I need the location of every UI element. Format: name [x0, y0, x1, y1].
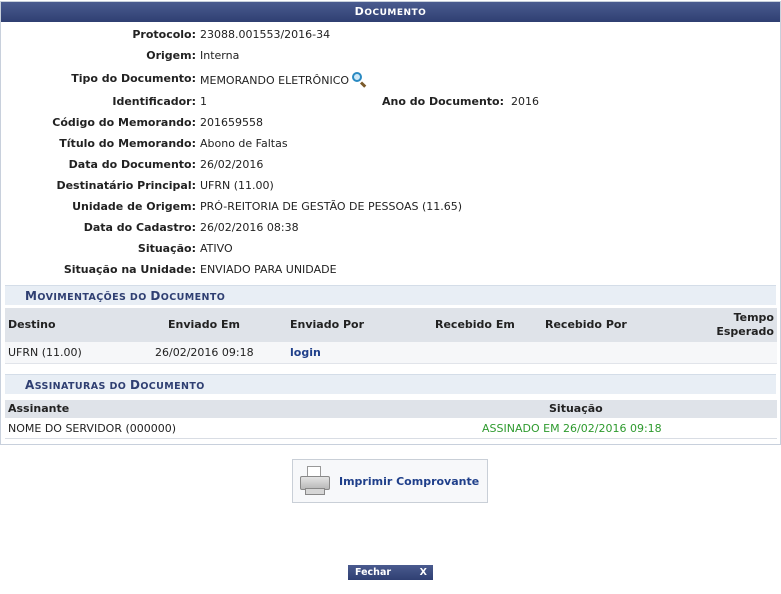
panel-title: DOCUMENTO: [1, 2, 780, 22]
field-unidade-origem: Unidade de Origem: PRÓ-REITORIA DE GESTÃ…: [1, 199, 781, 215]
field-data-documento: Data do Documento: 26/02/2016: [1, 157, 781, 173]
field-label: Origem:: [146, 49, 196, 62]
field-titulo-memorando: Título do Memorando: Abono de Faltas: [1, 136, 781, 152]
table-header: Assinante Situação: [5, 400, 777, 418]
column-header-assinante: Assinante: [8, 402, 70, 415]
field-value: ENVIADO PARA UNIDADE: [200, 263, 337, 276]
close-button[interactable]: Fechar X: [348, 565, 433, 580]
assinaturas-table: Assinante Situação NOME DO SERVIDOR (000…: [5, 400, 777, 439]
close-button-label: Fechar: [355, 567, 392, 578]
field-origem: Origem: Interna: [1, 48, 781, 64]
field-value: 23088.001553/2016-34: [200, 28, 331, 41]
field-label: Situação na Unidade:: [63, 263, 196, 276]
field-value: Abono de Faltas: [200, 137, 288, 150]
ano-documento-value: 2016: [511, 95, 539, 108]
assinaturas-section-title: ASSINATURAS DO DOCUMENTO: [5, 374, 776, 394]
cell-destino: UFRN (11.00): [8, 346, 82, 359]
field-value: 26/02/2016 08:38: [200, 221, 299, 234]
column-header-recebido-por: Recebido Por: [545, 318, 627, 331]
field-label: Situação:: [137, 242, 196, 255]
column-header-destino: Destino: [8, 318, 56, 331]
field-value: ATIVO: [200, 242, 233, 255]
field-value: 1: [200, 95, 207, 108]
panel-title-initial: D: [354, 5, 365, 18]
field-label: Protocolo:: [132, 28, 196, 41]
field-label: Tipo do Documento:: [71, 72, 196, 85]
field-value: 201659558: [200, 116, 263, 129]
field-value: 26/02/2016: [200, 158, 264, 171]
ano-documento-label: Ano do Documento:: [382, 95, 504, 108]
field-destinatario: Destinatário Principal: UFRN (11.00): [1, 178, 781, 194]
field-label: Destinatário Principal:: [56, 179, 196, 192]
document-fields: Protocolo: 23088.001553/2016-34 Origem: …: [1, 22, 780, 284]
movimentacoes-section-title: MOVIMENTAÇÕES DO DOCUMENTO: [5, 285, 776, 305]
field-label: Título do Memorando:: [59, 137, 196, 150]
table-row: UFRN (11.00) 26/02/2016 09:18 login: [5, 342, 777, 364]
column-header-recebido-em: Recebido Em: [435, 318, 515, 331]
movimentacoes-table: Destino Enviado Em Enviado Por Recebido …: [5, 308, 777, 364]
magnifier-icon[interactable]: [351, 71, 367, 88]
field-tipo-documento: Tipo do Documento: MEMORANDO ELETRÔNICO: [1, 71, 781, 89]
table-header: Destino Enviado Em Enviado Por Recebido …: [5, 308, 777, 342]
field-value: Interna: [200, 49, 240, 62]
print-receipt-button[interactable]: Imprimir Comprovante: [292, 459, 488, 503]
field-value: MEMORANDO ELETRÔNICO: [200, 74, 350, 87]
cell-assinante: NOME DO SERVIDOR (000000): [8, 422, 177, 435]
user-login-link[interactable]: login: [290, 342, 321, 364]
field-data-cadastro: Data do Cadastro: 26/02/2016 08:38: [1, 220, 781, 236]
column-header-enviado-em: Enviado Em: [168, 318, 240, 331]
field-situacao-unidade: Situação na Unidade: ENVIADO PARA UNIDAD…: [1, 262, 781, 278]
close-icon: X: [419, 567, 427, 578]
panel-title-rest: OCUMENTO: [364, 8, 427, 18]
field-codigo-memorando: Código do Memorando: 201659558: [1, 115, 781, 131]
field-situacao: Situação: ATIVO: [1, 241, 781, 257]
field-label: Data do Cadastro:: [83, 221, 196, 234]
column-header-situacao: Situação: [549, 402, 603, 415]
field-label: Identificador:: [112, 95, 196, 108]
field-protocolo: Protocolo: 23088.001553/2016-34: [1, 27, 781, 43]
field-label: Data do Documento:: [68, 158, 196, 171]
field-value: UFRN (11.00): [200, 179, 274, 192]
field-identificador: Identificador: 1 Ano do Documento: 2016: [1, 94, 781, 110]
cell-situacao: ASSINADO EM 26/02/2016 09:18: [482, 422, 662, 435]
document-panel: DOCUMENTO Protocolo: 23088.001553/2016-3…: [0, 1, 781, 445]
table-row: NOME DO SERVIDOR (000000) ASSINADO EM 26…: [5, 418, 777, 439]
print-receipt-label: Imprimir Comprovante: [339, 474, 480, 488]
field-value-wrap: MEMORANDO ELETRÔNICO: [200, 71, 367, 89]
printer-icon: [299, 466, 331, 496]
column-header-tempo-esperado: Tempo Esperado: [716, 311, 774, 338]
cell-enviado-em: 26/02/2016 09:18: [155, 346, 254, 359]
field-label: Código do Memorando:: [52, 116, 196, 129]
field-label: Unidade de Origem:: [72, 200, 196, 213]
column-header-enviado-por: Enviado Por: [290, 318, 365, 331]
field-value: PRÓ-REITORIA DE GESTÃO DE PESSOAS (11.65…: [200, 200, 463, 213]
